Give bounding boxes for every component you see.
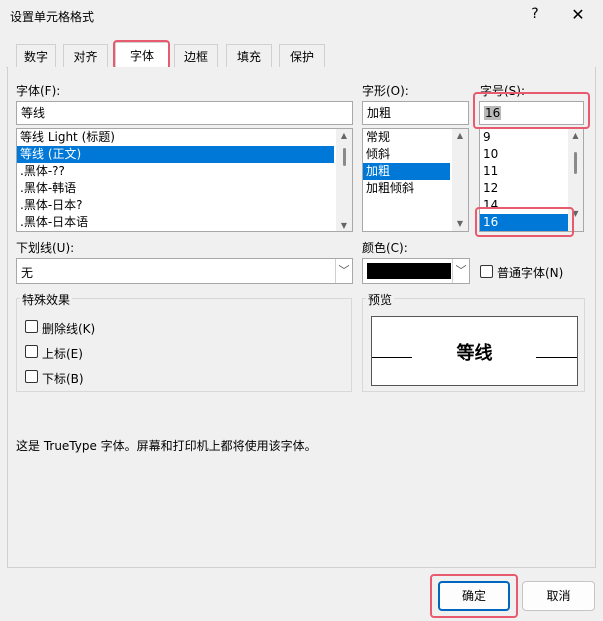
chevron-down-icon[interactable]: ﹀ <box>335 259 352 283</box>
superscript-label: 上标(E) <box>42 347 83 361</box>
preview-underline-right <box>536 357 577 358</box>
style-input[interactable]: 加粗 <box>362 101 469 125</box>
list-item-selected[interactable]: 16 <box>480 214 569 231</box>
scroll-thumb[interactable] <box>342 148 346 166</box>
info-text: 这是 TrueType 字体。屏幕和打印机上都将使用该字体。 <box>16 439 317 453</box>
strikethrough-label: 删除线(K) <box>42 322 96 336</box>
color-select[interactable]: ﹀ <box>362 258 470 284</box>
color-label: 颜色(C): <box>362 241 408 255</box>
tab-fill[interactable]: 填充 <box>226 44 272 68</box>
list-item[interactable]: 12 <box>480 180 565 197</box>
underline-select[interactable]: 无 ﹀ <box>16 258 353 284</box>
normal-font-checkbox[interactable] <box>480 265 493 278</box>
strikethrough-checkbox[interactable] <box>25 320 38 333</box>
scroll-down-icon[interactable]: ▼ <box>337 220 351 232</box>
scroll-down-icon[interactable]: ▼ <box>569 208 583 220</box>
superscript-checkbox[interactable] <box>25 345 38 358</box>
list-item[interactable]: 10 <box>480 146 565 163</box>
underline-value: 无 <box>21 266 34 280</box>
list-item-selected[interactable]: 加粗 <box>363 163 450 180</box>
size-input[interactable]: 16 <box>479 101 584 125</box>
help-button[interactable]: ? <box>526 6 544 26</box>
scroll-up-icon[interactable]: ▲ <box>337 130 351 142</box>
effects-group-label: 特殊效果 <box>20 291 73 308</box>
window-title: 设置单元格格式 <box>10 10 95 24</box>
list-item[interactable]: .黑体-日本? <box>17 197 352 214</box>
tab-number[interactable]: 数字 <box>16 44 56 68</box>
font-list-scrollbar[interactable]: ▲ ▼ <box>336 129 352 231</box>
preview-sample: 等线 <box>456 343 493 364</box>
cancel-button[interactable]: 取消 <box>522 581 595 611</box>
preview-box: 等线 <box>371 316 578 386</box>
scroll-up-icon[interactable]: ▲ <box>453 130 467 142</box>
tab-alignment[interactable]: 对齐 <box>63 44 108 68</box>
tab-font[interactable]: 字体 <box>115 42 169 68</box>
list-item[interactable]: 加粗倾斜 <box>363 180 450 197</box>
style-label: 字形(O): <box>362 84 409 98</box>
normal-font-label: 普通字体(N) <box>497 266 564 280</box>
scroll-down-icon[interactable]: ▼ <box>453 218 467 230</box>
style-list-scrollbar[interactable]: ▲ ▼ <box>452 129 468 231</box>
font-label: 字体(F): <box>16 84 61 98</box>
ok-button[interactable]: 确定 <box>438 581 510 611</box>
list-item-selected[interactable]: 等线 (正文) <box>17 146 334 163</box>
scroll-thumb[interactable] <box>574 152 577 174</box>
font-input[interactable]: 等线 <box>16 101 353 125</box>
list-item[interactable]: 9 <box>480 129 565 146</box>
tab-protection[interactable]: 保护 <box>279 44 325 68</box>
subscript-label: 下标(B) <box>42 372 84 386</box>
list-item[interactable]: .黑体-韩语 <box>17 180 352 197</box>
font-list[interactable]: 等线 Light (标题) 等线 (正文) .黑体-?? .黑体-韩语 .黑体-… <box>16 128 353 232</box>
chevron-down-icon[interactable]: ﹀ <box>452 259 469 283</box>
list-item[interactable]: 等线 Light (标题) <box>17 129 336 146</box>
close-button[interactable]: ✕ <box>567 5 589 27</box>
size-list-scrollbar[interactable]: ▲ ▼ <box>568 129 583 231</box>
list-item[interactable]: .黑体-?? <box>17 163 352 180</box>
list-item[interactable]: 倾斜 <box>363 146 450 163</box>
subscript-checkbox[interactable] <box>25 370 38 383</box>
underline-label: 下划线(U): <box>16 241 75 255</box>
list-item[interactable]: .黑体-日本语 <box>17 214 352 231</box>
tab-border[interactable]: 边框 <box>174 44 218 68</box>
scroll-up-icon[interactable]: ▲ <box>569 130 583 142</box>
list-item[interactable]: 常规 <box>363 129 450 146</box>
list-item[interactable]: 11 <box>480 163 565 180</box>
list-item[interactable]: 14 <box>480 197 565 214</box>
size-input-value: 16 <box>484 106 502 120</box>
close-icon: ✕ <box>571 5 585 24</box>
preview-group-label: 预览 <box>366 291 395 308</box>
color-swatch <box>367 263 451 279</box>
size-label: 字号(S): <box>480 84 526 98</box>
